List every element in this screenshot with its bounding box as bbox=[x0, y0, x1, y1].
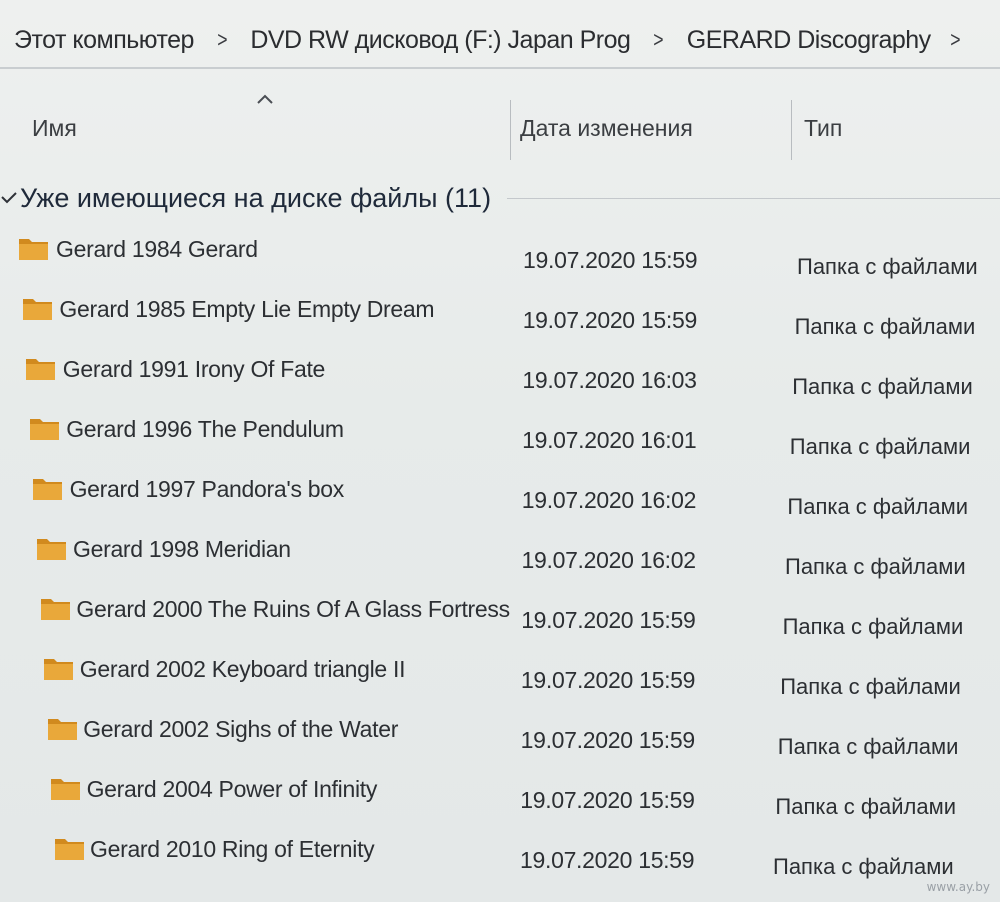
file-type: Папка с файлами bbox=[792, 374, 973, 399]
column-header-type[interactable]: Тип bbox=[804, 96, 994, 160]
file-date-modified: 19.07.2020 15:59 bbox=[520, 727, 696, 753]
file-date-modified: 19.07.2020 15:59 bbox=[520, 847, 695, 873]
folder-icon bbox=[33, 479, 63, 500]
folder-icon bbox=[19, 239, 48, 260]
breadcrumb: Этот компьютер > DVD RW дисковод (F:) Ja… bbox=[14, 18, 983, 62]
file-name: Gerard 1998 Meridian bbox=[73, 536, 291, 562]
file-row[interactable]: Gerard 1985 Empty Lie Empty Dream 19.07.2… bbox=[0, 284, 1000, 344]
folder-icon bbox=[22, 299, 52, 320]
file-row[interactable]: Gerard 2004 Power of Infinity 19.07.2020 … bbox=[0, 764, 1000, 824]
file-type: Папка с файлами bbox=[794, 314, 976, 339]
file-name: Gerard 1984 Gerard bbox=[56, 236, 258, 262]
group-header[interactable]: Уже имеющиеся на диске файлы (11) bbox=[0, 172, 1000, 224]
file-row[interactable]: Gerard 1996 The Pendulum 19.07.2020 16:01… bbox=[0, 404, 1000, 464]
folder-icon bbox=[51, 779, 81, 800]
chevron-right-icon[interactable]: > bbox=[217, 27, 227, 53]
file-type: Папка с файлами bbox=[789, 434, 971, 459]
group-divider bbox=[507, 197, 1000, 199]
file-row[interactable]: Gerard 1991 Irony Of Fate 19.07.2020 16:0… bbox=[0, 344, 1000, 404]
file-row[interactable]: Gerard 1998 Meridian 19.07.2020 16:02 Папк… bbox=[0, 524, 1000, 584]
file-date-modified: 19.07.2020 15:59 bbox=[520, 667, 696, 693]
file-date-modified: 19.07.2020 15:59 bbox=[520, 787, 695, 813]
file-type: Папка с файлами bbox=[782, 614, 964, 639]
chevron-down-icon[interactable] bbox=[0, 189, 18, 207]
folder-icon bbox=[29, 419, 59, 440]
file-date-modified: 19.07.2020 15:59 bbox=[522, 307, 698, 333]
file-name: Gerard 2002 Keyboard triangle II bbox=[79, 656, 406, 682]
column-header-date-modified[interactable]: Дата изменения bbox=[520, 96, 790, 160]
file-name: Gerard 1985 Empty Lie Empty Dream bbox=[59, 296, 435, 322]
file-row[interactable]: Gerard 2000 The Ruins Of A Glass Fortres… bbox=[0, 584, 1000, 644]
file-row[interactable]: Gerard 1984 Gerard 19.07.2020 15:59 Папка … bbox=[0, 224, 1000, 284]
file-type: Папка с файлами bbox=[775, 794, 957, 819]
chevron-right-icon[interactable]: > bbox=[654, 27, 664, 53]
file-date-modified: 19.07.2020 16:02 bbox=[521, 487, 697, 513]
file-date-modified: 19.07.2020 15:59 bbox=[523, 247, 698, 273]
folder-icon bbox=[40, 599, 70, 620]
file-type: Папка с файлами bbox=[797, 254, 978, 279]
file-type: Папка с файлами bbox=[787, 494, 969, 519]
file-type: Папка с файлами bbox=[773, 854, 954, 879]
file-row[interactable]: Gerard 1997 Pandora's box 19.07.2020 16:0… bbox=[0, 464, 1000, 524]
folder-icon bbox=[37, 539, 66, 560]
breadcrumb-this-pc[interactable]: Этот компьютер bbox=[14, 26, 194, 55]
column-divider[interactable] bbox=[510, 100, 511, 160]
file-date-modified: 19.07.2020 16:01 bbox=[522, 427, 697, 453]
breadcrumb-dvd-drive[interactable]: DVD RW дисковод (F:) Japan Prog bbox=[250, 26, 631, 55]
file-name: Gerard 1997 Pandora's box bbox=[69, 476, 345, 502]
file-row[interactable]: Gerard 2002 Keyboard triangle II 19.07.20… bbox=[0, 644, 1000, 704]
watermark: www.ay.by bbox=[926, 880, 990, 894]
folder-icon bbox=[47, 719, 77, 740]
file-name: Gerard 2004 Power of Infinity bbox=[86, 776, 378, 802]
file-type: Папка с файлами bbox=[777, 734, 959, 759]
column-divider[interactable] bbox=[791, 100, 792, 160]
folder-icon bbox=[55, 839, 84, 860]
file-date-modified: 19.07.2020 15:59 bbox=[521, 607, 696, 633]
file-name: Gerard 2010 Ring of Eternity bbox=[90, 836, 375, 862]
file-name: Gerard 1996 The Pendulum bbox=[66, 416, 344, 442]
chevron-right-icon[interactable]: > bbox=[950, 27, 960, 53]
file-type: Папка с файлами bbox=[785, 554, 966, 579]
file-name: Gerard 2000 The Ruins Of A Glass Fortres… bbox=[76, 596, 510, 622]
folder-icon bbox=[44, 659, 74, 680]
column-header-name[interactable]: Имя bbox=[32, 96, 502, 160]
file-date-modified: 19.07.2020 16:03 bbox=[522, 367, 697, 393]
file-row[interactable]: Gerard 2010 Ring of Eternity 19.07.2020 1… bbox=[0, 824, 1000, 884]
file-type: Папка с файлами bbox=[780, 674, 961, 699]
folder-icon bbox=[26, 359, 56, 380]
divider bbox=[0, 67, 1000, 69]
breadcrumb-gerard-discography[interactable]: GERARD Discography bbox=[687, 26, 931, 55]
file-explorer-window: Этот компьютер > DVD RW дисковод (F:) Ja… bbox=[0, 0, 1000, 902]
file-list: Gerard 1984 Gerard 19.07.2020 15:59 Папка … bbox=[0, 224, 1000, 884]
file-name: Gerard 1991 Irony Of Fate bbox=[62, 356, 326, 382]
group-title: Уже имеющиеся на диске файлы (11) bbox=[20, 182, 492, 213]
file-name: Gerard 2002 Sighs of the Water bbox=[83, 716, 399, 742]
file-date-modified: 19.07.2020 16:02 bbox=[521, 547, 697, 573]
file-row[interactable]: Gerard 2002 Sighs of the Water 19.07.2020… bbox=[0, 704, 1000, 764]
